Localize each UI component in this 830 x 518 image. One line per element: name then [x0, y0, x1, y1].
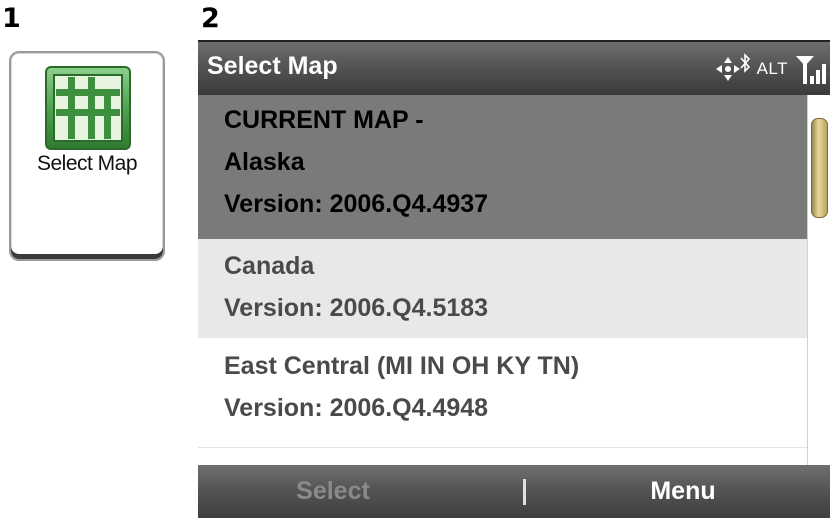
- step-number-2: 2: [201, 3, 220, 34]
- signal-strength-icon: [796, 56, 826, 84]
- status-area: ALT: [713, 50, 828, 88]
- menu-softkey[interactable]: Menu: [598, 465, 768, 518]
- map-list-item-current[interactable]: CURRENT MAP - Alaska Version: 2006.Q4.49…: [198, 95, 807, 239]
- phone-screen: Select Map ALT CURRENT MAP - Alaska Vers…: [198, 40, 830, 518]
- map-name: East Central (MI IN OH KY TN): [224, 352, 580, 380]
- select-softkey[interactable]: Select: [258, 465, 408, 518]
- map-list-item-east-central[interactable]: East Central (MI IN OH KY TN) Version: 2…: [198, 338, 807, 448]
- map-name: Alaska: [224, 148, 305, 176]
- item-header: CURRENT MAP -: [224, 106, 424, 134]
- scroll-thumb[interactable]: [811, 118, 828, 218]
- step-number-1: 1: [2, 3, 21, 34]
- map-grid-icon: [45, 66, 131, 150]
- softkey-bar: Select Menu: [198, 465, 830, 518]
- select-map-tile[interactable]: Select Map: [9, 51, 165, 261]
- softkey-divider: [523, 479, 526, 505]
- alt-indicator: ALT: [756, 59, 788, 78]
- title-bar: Select Map ALT: [198, 40, 830, 95]
- map-version: Version: 2006.Q4.4937: [224, 190, 489, 218]
- map-version: Version: 2006.Q4.5183: [224, 294, 489, 322]
- page-title: Select Map: [207, 52, 338, 80]
- map-list-item-canada[interactable]: Canada Version: 2006.Q4.5183: [198, 239, 807, 338]
- scrollbar[interactable]: [807, 95, 830, 465]
- map-list: CURRENT MAP - Alaska Version: 2006.Q4.49…: [198, 95, 807, 465]
- map-version: Version: 2006.Q4.4948: [224, 394, 489, 422]
- tile-label: Select Map: [36, 152, 138, 175]
- map-name: Canada: [224, 252, 315, 280]
- bluetooth-icon: [739, 53, 750, 73]
